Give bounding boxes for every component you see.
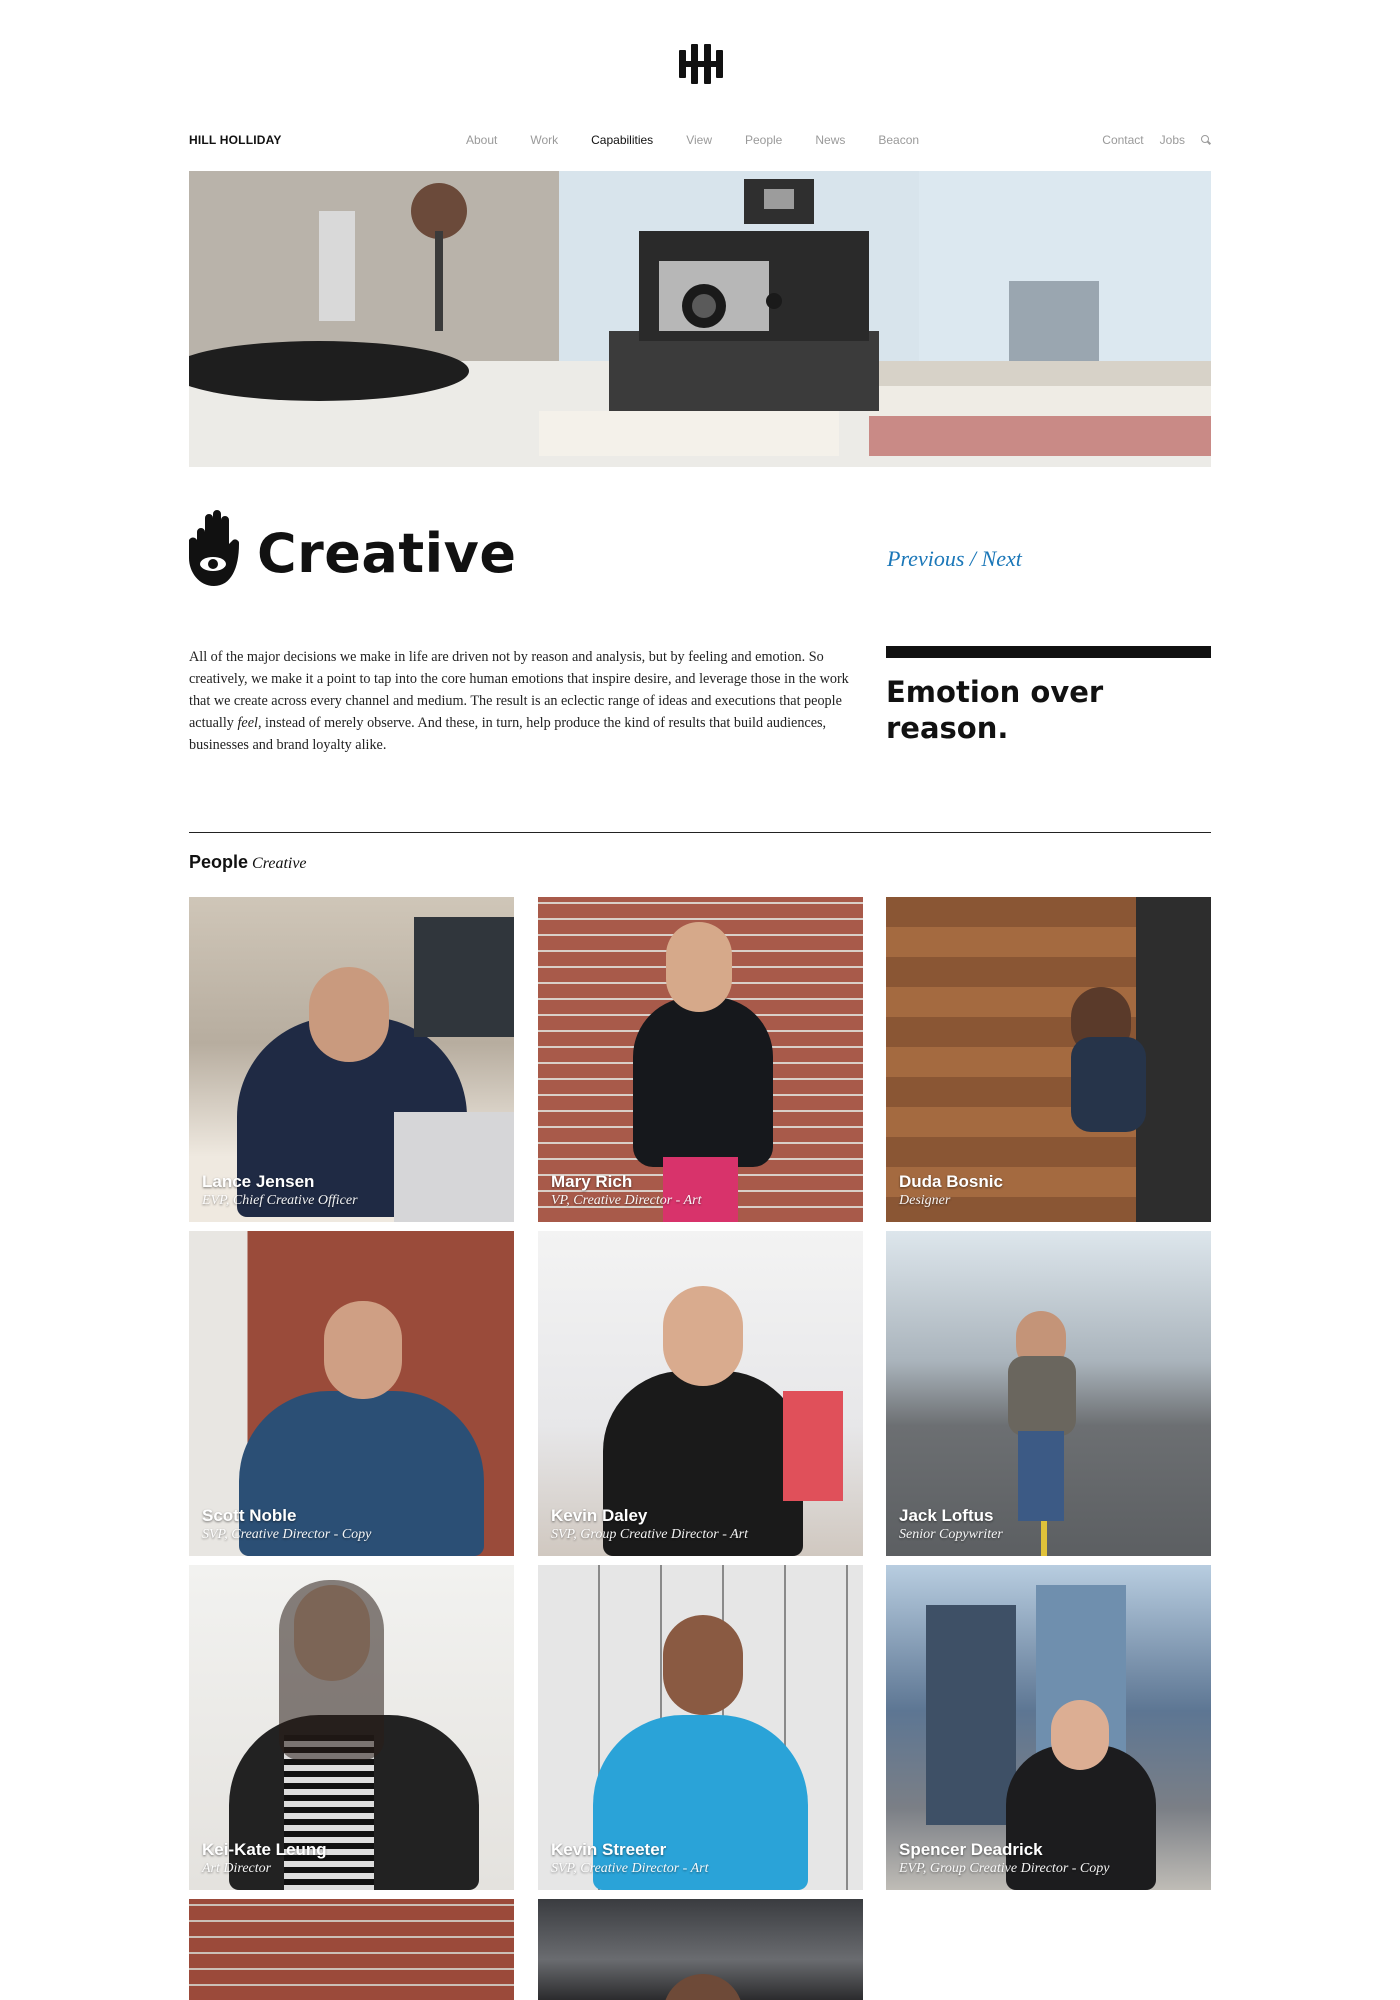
quote-text: Emotion over reason. [886,675,1104,745]
person-name: Scott Noble [202,1506,297,1525]
nav-work[interactable]: Work [530,133,558,147]
person-role: SVP, Group Creative Director - Art [551,1527,749,1542]
quote-bar [886,646,1211,658]
person-caption: Kevin Daley SVP, Group Creative Director… [551,1506,748,1544]
section-header: Creative Previous / Next [189,510,1211,590]
person-role: SVP, Creative Director - Copy [202,1527,372,1542]
person-name: Lance Jensen [202,1172,315,1191]
section-divider [189,832,1211,833]
person-role: Art Director [202,1861,272,1876]
person-card[interactable]: Spencer Deadrick EVP, Group Creative Dir… [886,1565,1211,1890]
secondary-menu: Contact Jobs [1102,133,1211,147]
person-name: Kevin Streeter [551,1840,667,1859]
next-link[interactable]: Next [982,546,1022,571]
brand-link[interactable]: HILL HOLLIDAY [189,133,282,147]
intro-emphasis: feel [237,715,258,731]
nav-about[interactable]: About [466,133,497,147]
person-name: Kei-Kate Leung [202,1840,327,1859]
person-card[interactable] [189,1899,514,2000]
main-nav: HILL HOLLIDAY About Work Capabilities Vi… [189,131,1211,151]
people-heading: People Creative [189,852,307,873]
person-caption: Lance Jensen EVP, Chief Creative Officer [202,1172,358,1210]
person-caption: Scott Noble SVP, Creative Director - Cop… [202,1506,371,1544]
nav-view[interactable]: View [686,133,712,147]
person-photo [538,1899,863,2000]
pager: Previous / Next [887,546,1022,572]
nav-beacon[interactable]: Beacon [878,133,919,147]
people-title: People [189,852,249,872]
hero-camera-illustration [189,171,1211,467]
person-caption: Duda Bosnic Designer [899,1172,1003,1210]
hand-eye-icon [189,510,239,586]
person-role: Senior Copywriter [899,1527,1003,1542]
person-photo [189,1899,514,2000]
person-name: Jack Loftus [899,1506,994,1525]
previous-link[interactable]: Previous [887,546,964,571]
intro-paragraph: All of the major decisions we make in li… [189,646,859,756]
hero-image [189,171,1211,467]
person-caption: Kevin Streeter SVP, Creative Director - … [551,1840,708,1878]
nav-news[interactable]: News [815,133,845,147]
hh-logo-icon[interactable] [675,44,727,84]
person-card[interactable]: Lance Jensen EVP, Chief Creative Officer [189,897,514,1222]
person-role: VP, Creative Director - Art [551,1193,702,1208]
person-caption: Mary Rich VP, Creative Director - Art [551,1172,701,1210]
person-card[interactable]: Jack Loftus Senior Copywriter [886,1231,1211,1556]
nav-jobs[interactable]: Jobs [1160,133,1185,147]
nav-people[interactable]: People [745,133,782,147]
person-card[interactable]: Kevin Streeter SVP, Creative Director - … [538,1565,863,1890]
person-caption: Jack Loftus Senior Copywriter [899,1506,1003,1544]
primary-menu: About Work Capabilities View People News… [466,133,952,147]
person-card[interactable] [538,1899,863,2000]
person-name: Mary Rich [551,1172,633,1191]
person-name: Spencer Deadrick [899,1840,1043,1859]
person-name: Kevin Daley [551,1506,648,1525]
person-role: Designer [899,1193,951,1208]
search-icon[interactable] [1201,135,1211,145]
person-role: EVP, Group Creative Director - Copy [899,1861,1110,1876]
person-card[interactable]: Duda Bosnic Designer [886,897,1211,1222]
nav-contact[interactable]: Contact [1102,133,1143,147]
people-subtitle: Creative [252,855,307,872]
person-role: SVP, Creative Director - Art [551,1861,709,1876]
person-caption: Spencer Deadrick EVP, Group Creative Dir… [899,1840,1110,1878]
person-card[interactable]: Kei-Kate Leung Art Director [189,1565,514,1890]
page-title: Creative [257,522,517,585]
intro-text-2: , instead of merely observe. And these, … [189,715,827,753]
nav-capabilities[interactable]: Capabilities [591,133,653,147]
person-card[interactable]: Mary Rich VP, Creative Director - Art [538,897,863,1222]
pull-quote: Emotion over reason. [886,646,1211,746]
person-card[interactable]: Kevin Daley SVP, Group Creative Director… [538,1231,863,1556]
person-name: Duda Bosnic [899,1172,1003,1191]
person-role: EVP, Chief Creative Officer [202,1193,358,1208]
pager-separator: / [969,546,977,571]
person-card[interactable]: Scott Noble SVP, Creative Director - Cop… [189,1231,514,1556]
person-caption: Kei-Kate Leung Art Director [202,1840,327,1878]
